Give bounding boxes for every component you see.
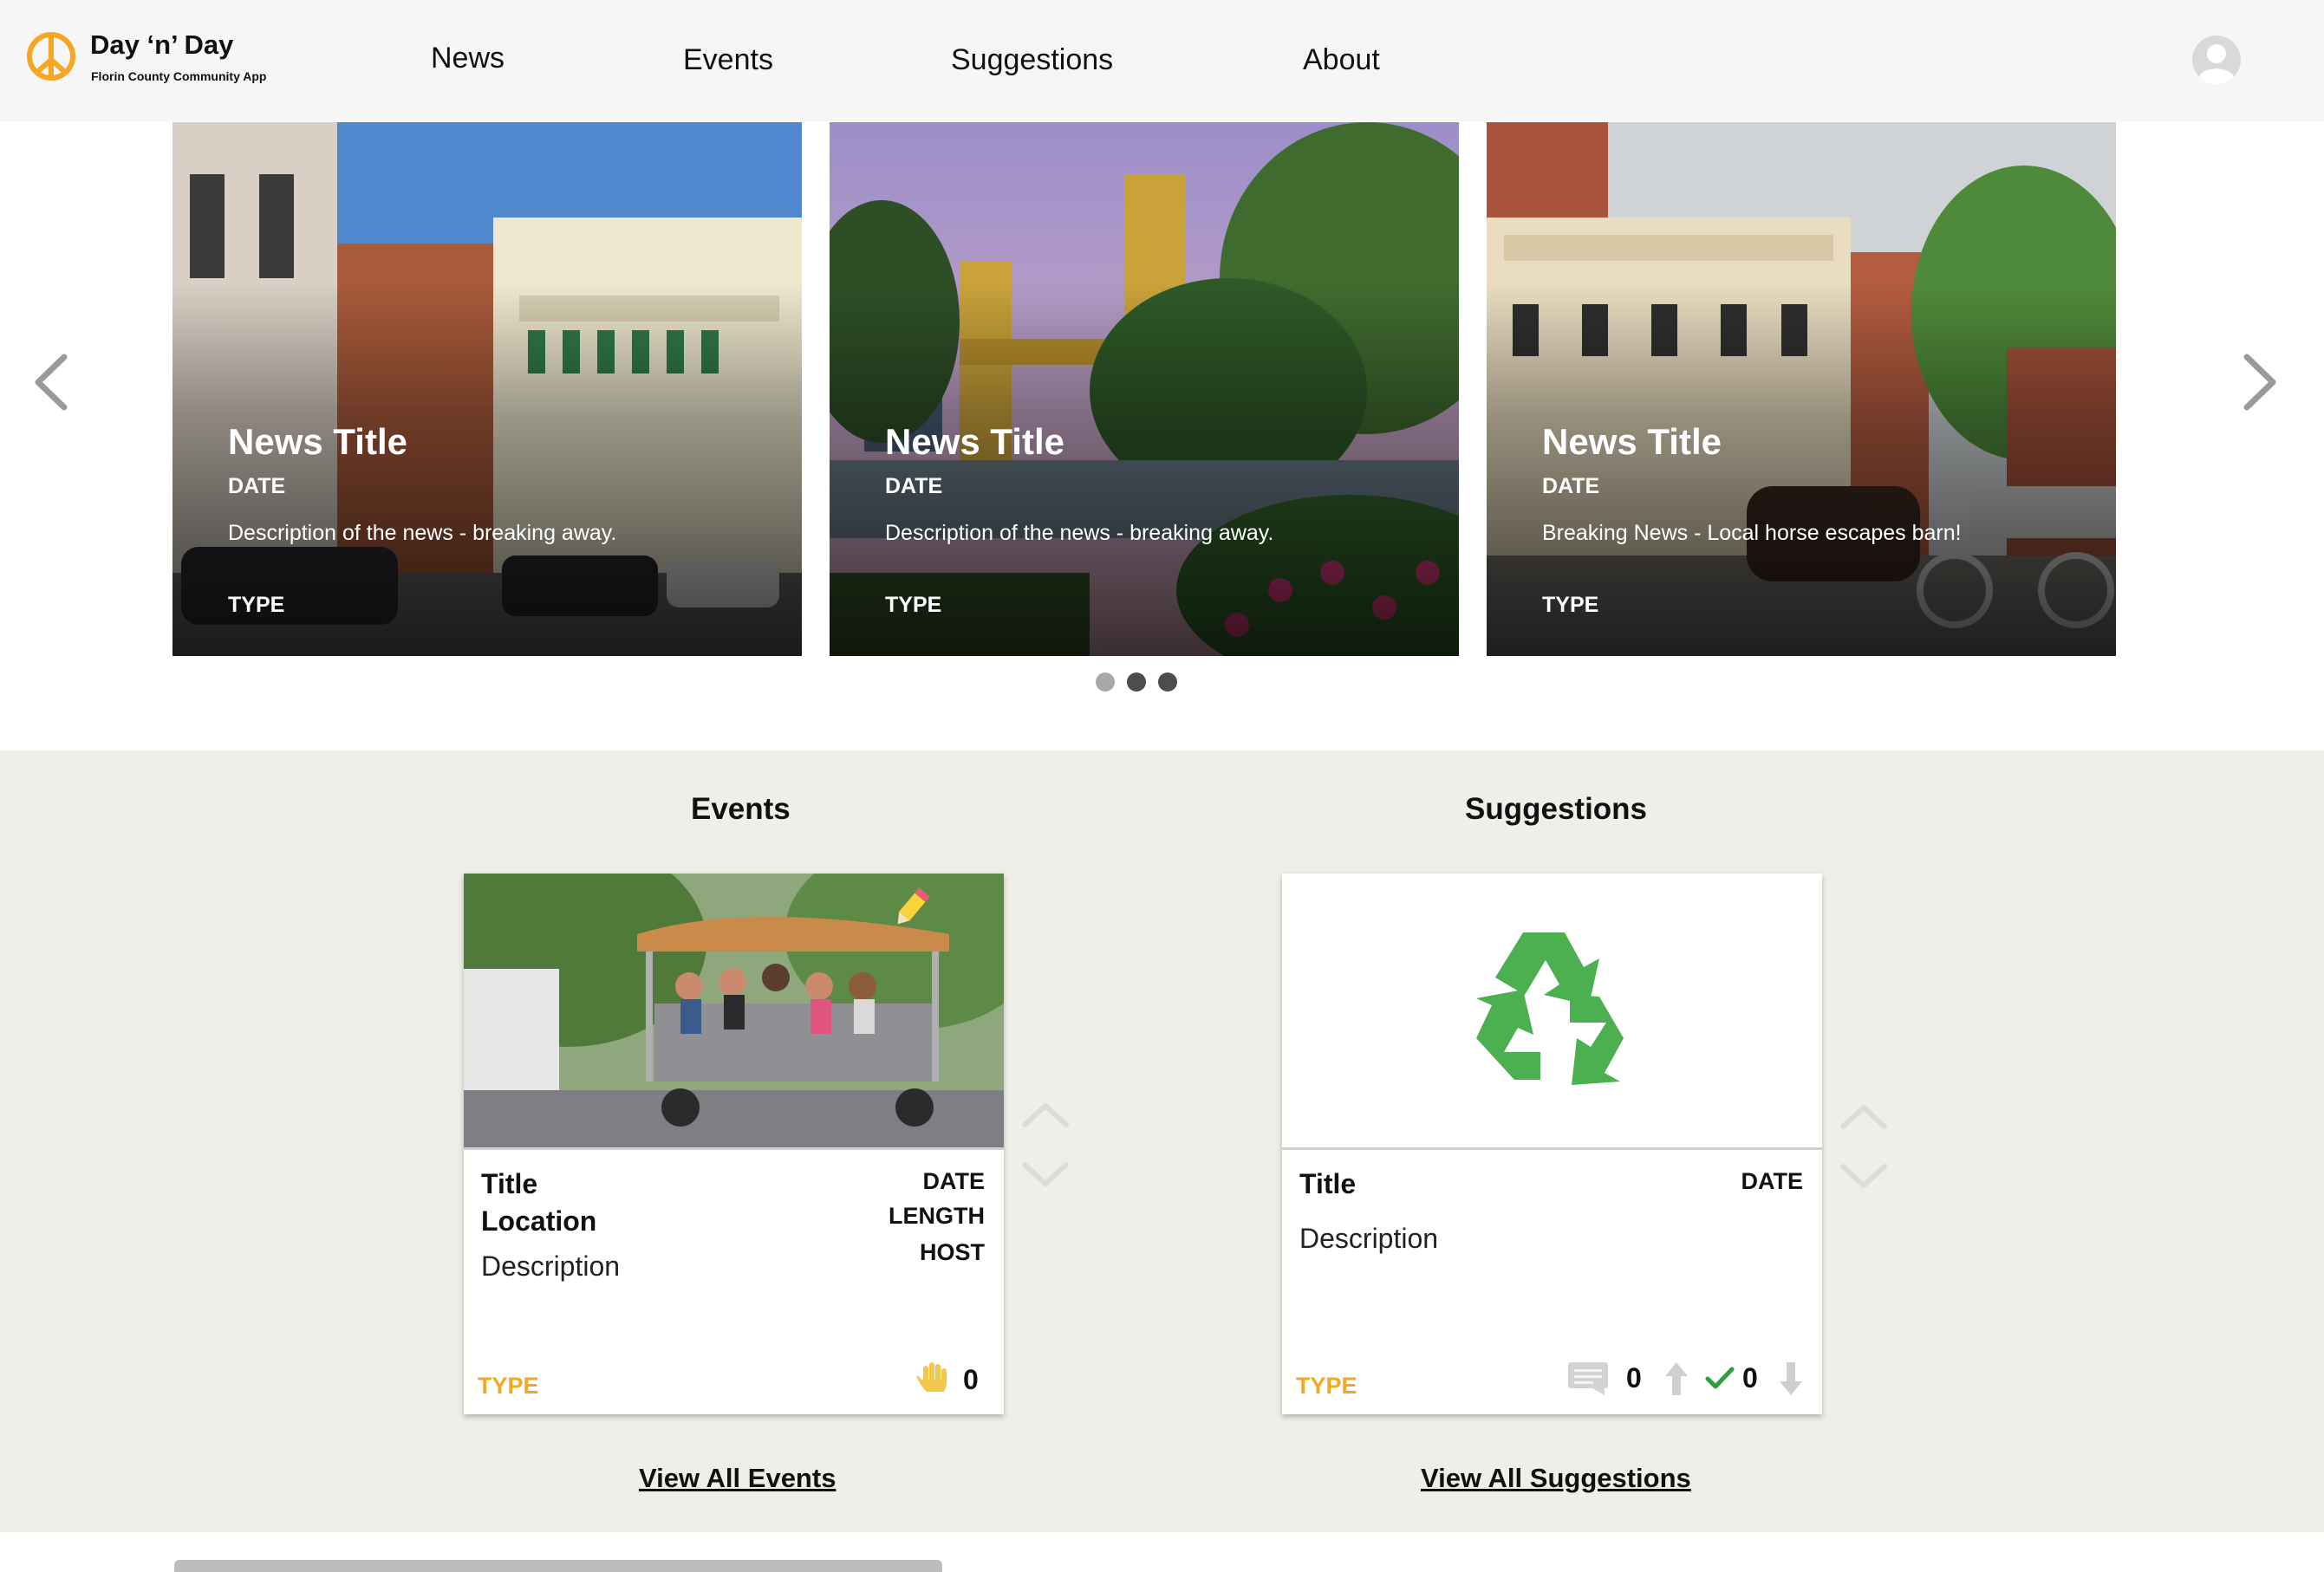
suggestion-title[interactable]: Title bbox=[1299, 1168, 1356, 1200]
pencil-icon[interactable] bbox=[887, 884, 935, 932]
arrow-up-icon[interactable] bbox=[1663, 1361, 1689, 1397]
event-photo bbox=[464, 874, 1004, 1147]
comment-icon[interactable] bbox=[1566, 1361, 1610, 1397]
suggestion-image bbox=[1282, 874, 1822, 1147]
event-description: Description bbox=[481, 1250, 621, 1282]
suggestion-card[interactable]: Title DATE Description TYPE 0 0 bbox=[1282, 874, 1822, 1414]
event-length: LENGTH bbox=[889, 1203, 985, 1229]
chevron-right-icon[interactable] bbox=[2233, 350, 2285, 414]
top-navigation-bar: Day ‘n’ Day Florin County Community App … bbox=[0, 0, 2324, 121]
news-date: DATE bbox=[228, 474, 286, 498]
carousel-dot[interactable] bbox=[1158, 672, 1177, 692]
news-title[interactable]: News Title bbox=[228, 421, 407, 463]
chevron-down-icon[interactable] bbox=[1019, 1160, 1071, 1189]
raised-hand-icon[interactable] bbox=[915, 1359, 953, 1397]
suggestions-heading: Suggestions bbox=[1465, 792, 1648, 826]
carousel-dot[interactable] bbox=[1127, 672, 1146, 692]
comment-count: 0 bbox=[1626, 1362, 1642, 1393]
nav-suggestions[interactable]: Suggestions bbox=[951, 43, 1113, 77]
nav-news[interactable]: News bbox=[431, 42, 505, 75]
event-card[interactable]: Title Location Description DATE LENGTH H… bbox=[464, 874, 1004, 1414]
news-description: Breaking News - Local horse escapes barn… bbox=[1542, 521, 1962, 545]
news-card[interactable]: News Title DATE Description of the news … bbox=[173, 122, 802, 656]
event-title[interactable]: Title bbox=[481, 1168, 537, 1200]
chevron-up-icon[interactable] bbox=[1838, 1102, 1890, 1132]
news-date: DATE bbox=[1542, 474, 1600, 498]
carousel-dot[interactable] bbox=[1096, 672, 1115, 692]
event-location: Location bbox=[481, 1205, 597, 1237]
news-description: Description of the news - breaking away. bbox=[885, 521, 1274, 545]
nav-events[interactable]: Events bbox=[683, 43, 773, 77]
chevron-up-icon[interactable] bbox=[1019, 1101, 1071, 1130]
attendee-count: 0 bbox=[963, 1364, 979, 1395]
view-all-suggestions-link[interactable]: View All Suggestions bbox=[1421, 1463, 1691, 1494]
news-card[interactable]: News Title DATE Description of the news … bbox=[830, 122, 1459, 656]
nav-about[interactable]: About bbox=[1303, 43, 1380, 77]
news-card[interactable]: News Title DATE Breaking News - Local ho… bbox=[1487, 122, 2116, 656]
news-date: DATE bbox=[885, 474, 943, 498]
footer-edge bbox=[174, 1560, 942, 1572]
event-date: DATE bbox=[922, 1168, 986, 1194]
view-all-events-link[interactable]: View All Events bbox=[639, 1463, 836, 1494]
news-title[interactable]: News Title bbox=[885, 421, 1064, 463]
suggestion-date: DATE bbox=[1741, 1168, 1804, 1194]
event-type: TYPE bbox=[478, 1373, 539, 1399]
news-type: TYPE bbox=[1542, 593, 1599, 617]
event-host: HOST bbox=[919, 1239, 985, 1265]
chevron-down-icon[interactable] bbox=[1838, 1161, 1890, 1191]
vote-count: 0 bbox=[1742, 1362, 1758, 1393]
news-description: Description of the news - breaking away. bbox=[228, 521, 617, 545]
peace-sign-icon[interactable] bbox=[26, 31, 76, 81]
suggestion-description: Description bbox=[1299, 1223, 1439, 1254]
suggestion-type: TYPE bbox=[1296, 1373, 1357, 1399]
recycle-icon bbox=[1476, 932, 1624, 1085]
chevron-left-icon[interactable] bbox=[26, 350, 78, 414]
app-subtitle: Florin County Community App bbox=[91, 69, 267, 83]
news-type: TYPE bbox=[228, 593, 285, 617]
news-type: TYPE bbox=[885, 593, 942, 617]
events-suggestions-section bbox=[0, 750, 2324, 1532]
arrow-down-icon[interactable] bbox=[1778, 1361, 1804, 1397]
user-avatar-icon[interactable] bbox=[2191, 35, 2242, 85]
app-name[interactable]: Day ‘n’ Day bbox=[90, 29, 233, 61]
checkmark-icon bbox=[1705, 1367, 1735, 1389]
events-heading: Events bbox=[691, 792, 791, 826]
news-title[interactable]: News Title bbox=[1542, 421, 1722, 463]
